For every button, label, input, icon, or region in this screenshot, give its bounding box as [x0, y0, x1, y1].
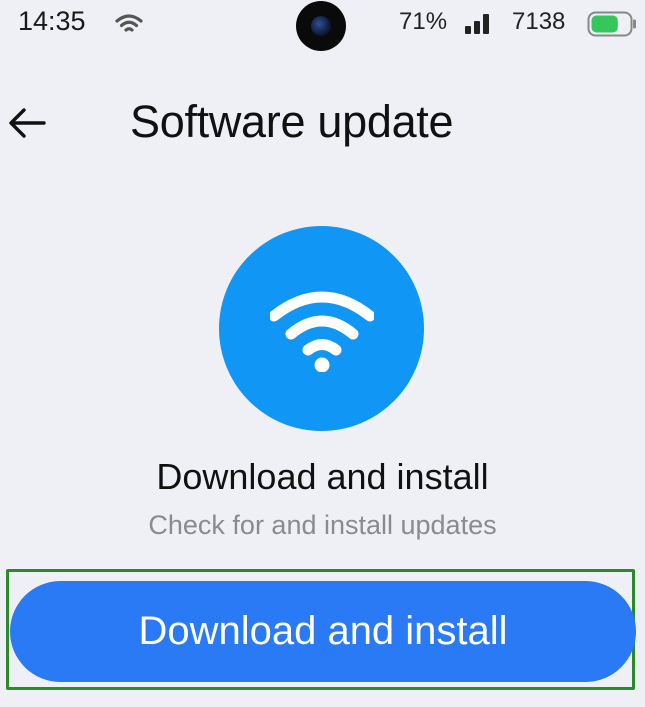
download-and-install-button[interactable]: Download and install — [10, 581, 636, 682]
hero-subtitle: Check for and install updates — [148, 510, 497, 540]
status-extra-text: 7138 — [512, 8, 566, 35]
page-title: Software update — [130, 96, 454, 147]
signal-icon — [465, 14, 489, 34]
hero-circle — [219, 226, 424, 431]
hero-title: Download and install — [156, 456, 489, 497]
wifi-icon — [270, 291, 374, 372]
status-battery-percent: 71% — [399, 8, 448, 35]
back-arrow-icon[interactable] — [4, 100, 50, 146]
camera-lens-icon — [311, 16, 331, 36]
status-time: 14:35 — [18, 6, 86, 36]
camera-cutout — [296, 1, 346, 51]
wifi-status-icon — [115, 14, 143, 32]
status-bar: 14:35 71% 7138 — [0, 0, 645, 51]
battery-icon — [587, 11, 636, 37]
